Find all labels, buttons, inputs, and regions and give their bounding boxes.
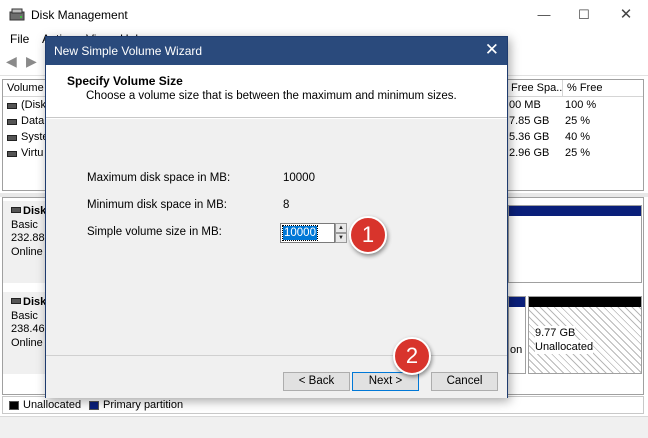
unallocated-label: Unallocated	[535, 340, 594, 354]
wizard-header: Specify Volume Size Choose a volume size…	[46, 65, 507, 118]
hard-disk-icon	[11, 207, 21, 213]
max-space-label: Maximum disk space in MB:	[87, 172, 231, 184]
hard-disk-icon	[11, 298, 21, 304]
legend-label-unallocated: Unallocated	[23, 399, 82, 411]
wizard-subheading: Choose a volume size that is between the…	[86, 90, 457, 102]
disk-management-icon	[9, 8, 25, 21]
minimize-button[interactable]: —	[532, 4, 556, 26]
legend: Unallocated Primary partition	[2, 396, 644, 414]
volume-free-space: 2.96 GB	[509, 147, 550, 159]
app-titlebar: Disk Management — ☐ ✕	[0, 0, 648, 30]
app-title: Disk Management	[31, 8, 128, 22]
wizard-heading: Specify Volume Size	[67, 74, 183, 88]
forward-arrow-icon[interactable]: ▶	[26, 53, 37, 70]
wizard-close-button[interactable]: ✕	[485, 40, 499, 60]
volume-percent-free: 40 %	[565, 131, 591, 143]
unallocated-bar	[529, 297, 641, 307]
unallocated-partition[interactable]: 9.77 GB Unallocated	[528, 296, 642, 374]
volume-free-space: 5.36 GB	[509, 131, 550, 143]
volume-size-label: Simple volume size in MB:	[87, 226, 222, 238]
drive-icon	[7, 135, 17, 141]
volume-free-space: 00 MB	[509, 99, 541, 111]
volume-name: Virtu	[21, 147, 44, 159]
volume-free-space: 7.85 GB	[509, 115, 550, 127]
step-2-callout: 2	[393, 337, 431, 375]
legend-swatch-primary	[89, 401, 99, 410]
volume-percent-free: 25 %	[565, 147, 591, 159]
unallocated-size: 9.77 GB	[535, 326, 576, 340]
back-arrow-icon[interactable]: ◀	[6, 53, 17, 70]
legend-swatch-unallocated	[9, 401, 19, 410]
volume-percent-free: 100 %	[565, 99, 597, 111]
disk-name: Disk	[23, 205, 47, 217]
spin-down-button[interactable]: ▼	[335, 233, 347, 243]
partition-text: on	[510, 343, 523, 357]
partition-block[interactable]	[508, 205, 642, 283]
wizard-titlebar: New Simple Volume Wizard ✕	[46, 37, 507, 65]
status-bar	[0, 416, 648, 438]
min-space-value: 8	[283, 199, 290, 211]
disk-name: Disk	[23, 296, 47, 308]
menu-file[interactable]: File	[10, 32, 29, 46]
step-1-callout: 1	[349, 216, 387, 254]
wizard-body: Maximum disk space in MB: 10000 Minimum …	[46, 119, 507, 355]
min-space-label: Minimum disk space in MB:	[87, 199, 227, 211]
spin-up-button[interactable]: ▲	[335, 223, 347, 233]
new-simple-volume-wizard: New Simple Volume Wizard ✕ Specify Volum…	[45, 36, 508, 398]
wizard-footer: < Back Next > Cancel	[46, 355, 507, 398]
volume-size-input[interactable]: 10000	[280, 223, 335, 243]
primary-partition-bar	[509, 297, 525, 307]
volume-name: Data	[21, 115, 45, 127]
column-free-space[interactable]: Free Spa...	[507, 80, 563, 97]
column-percent-free[interactable]: % Free	[563, 80, 645, 97]
volume-percent-free: 25 %	[565, 115, 591, 127]
wizard-title: New Simple Volume Wizard	[54, 44, 203, 58]
legend-label-primary: Primary partition	[103, 399, 184, 411]
volume-name: (Disk	[21, 99, 47, 111]
drive-icon	[7, 119, 17, 125]
volume-size-value: 10000	[282, 225, 318, 241]
back-button[interactable]: < Back	[283, 372, 350, 391]
close-button[interactable]: ✕	[614, 4, 638, 26]
max-space-value: 10000	[283, 172, 315, 184]
drive-icon	[7, 103, 17, 109]
partition-block[interactable]: on	[508, 296, 526, 374]
cancel-button[interactable]: Cancel	[431, 372, 498, 391]
maximize-button[interactable]: ☐	[572, 4, 596, 26]
drive-icon	[7, 151, 17, 157]
primary-partition-bar	[509, 206, 641, 216]
